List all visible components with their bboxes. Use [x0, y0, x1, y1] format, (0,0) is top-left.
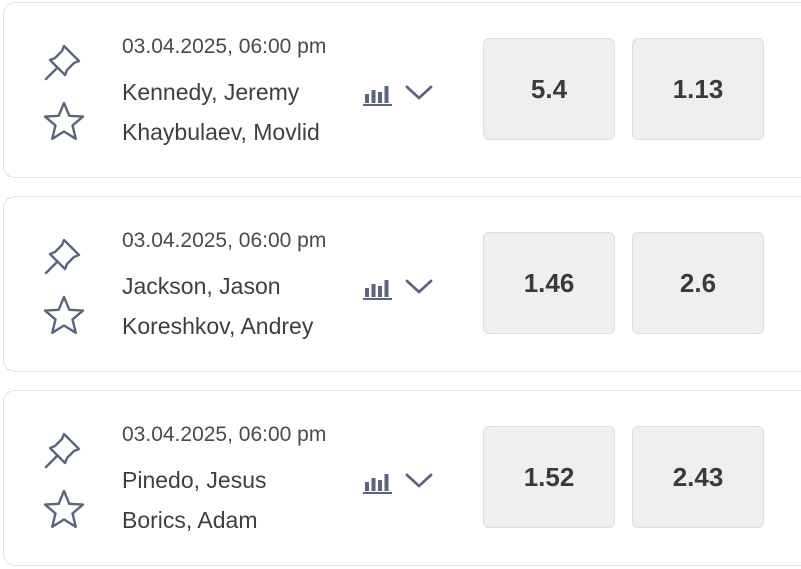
star-icon[interactable]: [40, 292, 88, 340]
player-two-name: Koreshkov, Andrey: [122, 313, 314, 339]
pin-icon[interactable]: [40, 233, 88, 281]
event-card: 03.04.2025, 06:00 pm Pinedo, Jesus Boric…: [3, 390, 801, 566]
event-datetime: 03.04.2025, 06:00 pm: [122, 229, 327, 252]
odds-button-home[interactable]: 5.4: [483, 38, 615, 140]
odds-button-home[interactable]: 1.52: [483, 426, 615, 528]
chevron-down-icon[interactable]: [402, 273, 436, 301]
player-one-name: Kennedy, Jeremy: [122, 79, 300, 105]
pin-icon[interactable]: [40, 39, 88, 87]
stats-bars-icon[interactable]: [362, 81, 394, 107]
star-icon[interactable]: [40, 486, 88, 534]
stats-bars-icon[interactable]: [362, 469, 394, 495]
odds-button-home[interactable]: 1.46: [483, 232, 615, 334]
chevron-down-icon[interactable]: [402, 79, 436, 107]
chevron-down-icon[interactable]: [402, 467, 436, 495]
player-one-name: Jackson, Jason: [122, 273, 281, 299]
odds-button-away[interactable]: 2.43: [632, 426, 764, 528]
stats-bars-icon[interactable]: [362, 275, 394, 301]
player-one-name: Pinedo, Jesus: [122, 467, 267, 493]
player-two-name: Khaybulaev, Movlid: [122, 119, 320, 145]
event-datetime: 03.04.2025, 06:00 pm: [122, 35, 327, 58]
star-icon[interactable]: [40, 98, 88, 146]
event-datetime: 03.04.2025, 06:00 pm: [122, 423, 327, 446]
odds-button-away[interactable]: 1.13: [632, 38, 764, 140]
player-two-name: Borics, Adam: [122, 507, 258, 533]
event-card: 03.04.2025, 06:00 pm Jackson, Jason Kore…: [3, 196, 801, 372]
event-card: 03.04.2025, 06:00 pm Kennedy, Jeremy Kha…: [3, 2, 801, 178]
pin-icon[interactable]: [40, 427, 88, 475]
odds-button-away[interactable]: 2.6: [632, 232, 764, 334]
